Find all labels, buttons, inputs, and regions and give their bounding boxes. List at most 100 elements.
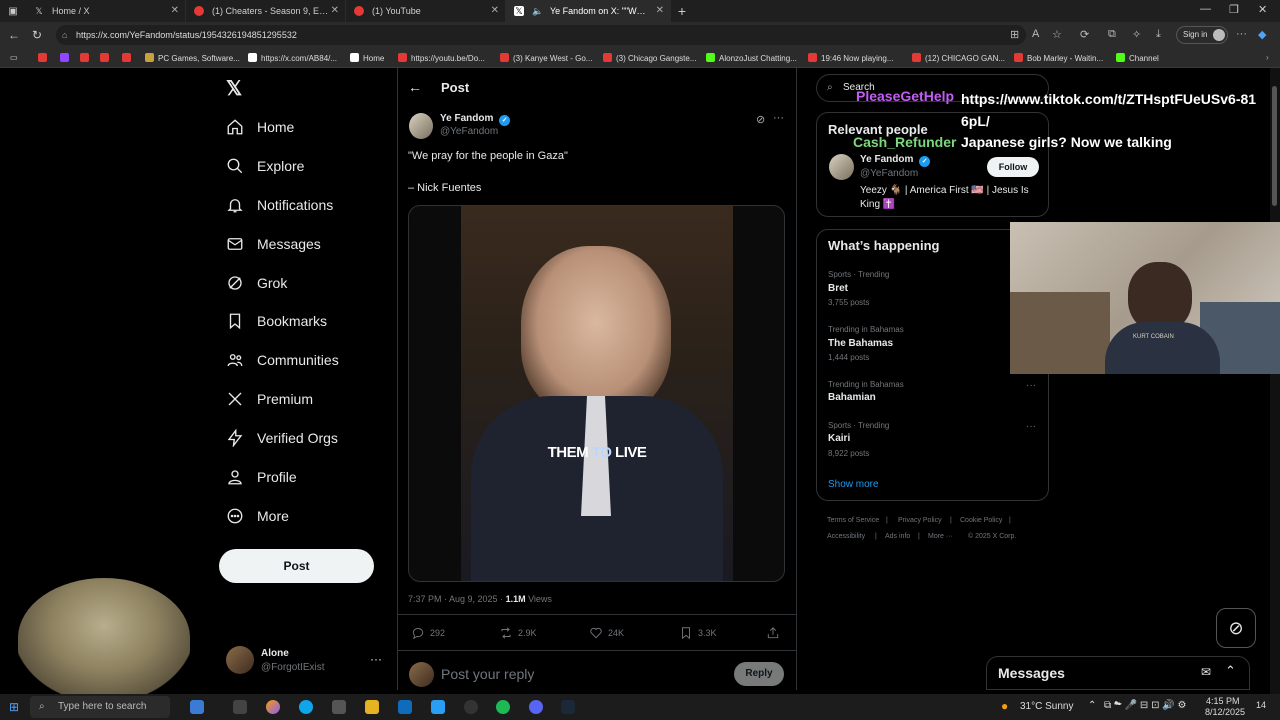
author-name[interactable]: Ye Fandom ✓	[440, 113, 511, 126]
bookmark-youtube[interactable]	[100, 53, 113, 63]
bookmark-item[interactable]: https://x.com/AB84/...	[248, 53, 337, 63]
bookmark-youtube[interactable]	[122, 53, 135, 63]
app-icon[interactable]: ⊞	[1010, 28, 1019, 41]
sign-in-button[interactable]: Sign in	[1176, 26, 1228, 44]
clock-time[interactable]: 4:15 PM	[1206, 696, 1240, 706]
tray-icons[interactable]: ⧉ ☁ 🎤 ⊟ ⊡ 🔊 ⚙	[1104, 700, 1186, 711]
person-avatar[interactable]	[829, 154, 854, 180]
discord-icon[interactable]	[529, 700, 543, 714]
site-info-icon[interactable]: ⌂	[62, 25, 67, 45]
nav-more[interactable]: More	[226, 504, 289, 528]
back-icon[interactable]: ←	[8, 28, 20, 42]
bookmark-youtube[interactable]	[80, 53, 93, 63]
new-tab-button[interactable]: +	[671, 3, 693, 19]
copilot-icon[interactable]	[266, 700, 280, 714]
clock-date[interactable]: 8/12/2025	[1205, 707, 1245, 717]
bookmark-item[interactable]: (12) CHICAGO GAN...	[912, 53, 1005, 63]
tab-ye-fandom[interactable]: 𝕏 🔈 Ye Fandom on X: ""We pray f ✕	[506, 0, 671, 22]
reply-button[interactable]: Reply	[734, 662, 784, 686]
show-more-link[interactable]: Show more	[828, 479, 879, 490]
trend-name[interactable]: Bret	[828, 283, 848, 294]
author-handle[interactable]: @YeFandom	[440, 126, 498, 137]
chevron-up-icon[interactable]: ⌃	[1225, 663, 1236, 679]
reply-input[interactable]: Post your reply	[441, 666, 534, 682]
menu-dots-icon[interactable]: ···	[1236, 28, 1247, 40]
follow-button[interactable]: Follow	[987, 157, 1039, 177]
bookmark-twitch[interactable]	[60, 53, 73, 63]
file-explorer-icon[interactable]	[365, 700, 379, 714]
trend-name[interactable]: Bahamian	[828, 392, 876, 403]
taskbar-search-input[interactable]: ⌕ Type here to search	[30, 696, 170, 718]
speaker-icon[interactable]: 🔈	[532, 6, 543, 16]
post-video[interactable]: THEM TO LIVE	[408, 205, 785, 582]
footer-link[interactable]: Cookie Policy	[960, 517, 1002, 524]
windows-start-icon[interactable]: ⊞	[9, 700, 19, 714]
nav-grok[interactable]: Grok	[226, 271, 287, 295]
nav-premium[interactable]: Premium	[226, 387, 313, 411]
reply-action[interactable]: 292	[411, 626, 445, 640]
footer-link[interactable]: More ···	[928, 533, 953, 540]
tab-actions-icon[interactable]: ▣	[0, 0, 26, 22]
close-icon[interactable]: ✕	[171, 5, 179, 16]
photos-icon[interactable]	[431, 700, 445, 714]
steam-icon[interactable]	[561, 700, 575, 714]
x-logo-icon[interactable]: 𝕏	[226, 76, 242, 101]
outlook-icon[interactable]	[398, 700, 412, 714]
bookmark-item[interactable]: Channel	[1116, 53, 1159, 63]
messages-drawer[interactable]: Messages ✉ ⌃	[986, 656, 1250, 690]
bookmark-action[interactable]: 3.3K	[679, 626, 717, 640]
repost-action[interactable]: 2.9K	[499, 626, 537, 640]
nav-verified-orgs[interactable]: Verified Orgs	[226, 426, 338, 450]
restore-icon[interactable]: ❐	[1229, 3, 1239, 16]
nav-notifications[interactable]: Notifications	[226, 193, 333, 217]
grok-icon[interactable]: ⊘	[1216, 608, 1256, 648]
trend-name[interactable]: Kairi	[828, 433, 850, 444]
extensions-icon[interactable]: ⟳	[1080, 28, 1089, 41]
close-icon[interactable]: ✕	[656, 5, 664, 16]
nav-communities[interactable]: Communities	[226, 348, 339, 372]
more-bookmarks-icon[interactable]: ›	[1266, 53, 1269, 62]
close-icon[interactable]: ✕	[491, 5, 499, 16]
post-more-icon[interactable]: ···	[773, 112, 784, 124]
footer-link[interactable]: Ads info	[885, 533, 910, 540]
tab-cheaters[interactable]: (1) Cheaters - Season 9, Episode ✕	[186, 0, 346, 22]
bookmark-item[interactable]: AlonzoJust Chatting...	[706, 53, 797, 63]
window-close-icon[interactable]: ✕	[1258, 3, 1267, 16]
task-view-icon[interactable]	[233, 700, 247, 714]
bookmark-item[interactable]: Home	[350, 53, 384, 63]
news-widget-icon[interactable]	[190, 700, 204, 714]
bookmark-item[interactable]: (3) Chicago Gangste...	[603, 53, 696, 63]
account-more-icon[interactable]: ···	[370, 652, 382, 666]
author-avatar[interactable]	[409, 113, 433, 139]
page-scrollbar[interactable]	[1270, 68, 1280, 694]
refresh-icon[interactable]: ↻	[32, 28, 42, 42]
nav-profile[interactable]: Profile	[226, 465, 297, 489]
trend-name[interactable]: The Bahamas	[828, 338, 893, 349]
tray-chevron-icon[interactable]: ⌃	[1088, 700, 1096, 711]
footer-link[interactable]: Terms of Service	[827, 517, 879, 524]
tab-home-x[interactable]: 𝕏 Home / X ✕	[26, 0, 186, 22]
bookmark-icon[interactable]: ▭	[10, 53, 18, 62]
favorites-icon[interactable]: ✧	[1132, 28, 1141, 41]
close-icon[interactable]: ✕	[331, 5, 339, 16]
bookmark-item[interactable]: 19:46 Now playing...	[808, 53, 894, 63]
split-screen-icon[interactable]: ⧉	[1108, 28, 1116, 41]
back-arrow-icon[interactable]: ←	[408, 79, 422, 95]
tab-youtube[interactable]: (1) YouTube ✕	[346, 0, 506, 22]
nav-bookmarks[interactable]: Bookmarks	[226, 309, 327, 333]
spotify-icon[interactable]	[496, 700, 510, 714]
read-aloud-icon[interactable]: A	[1032, 28, 1039, 40]
nav-explore[interactable]: Explore	[226, 154, 304, 178]
bookmark-item[interactable]: Bob Marley - Waitin...	[1014, 53, 1103, 63]
bookmark-youtube[interactable]	[38, 53, 51, 63]
trend-more-icon[interactable]: ···	[1026, 421, 1036, 432]
edge-icon[interactable]	[299, 700, 313, 714]
grok-explain-icon[interactable]: ⊘	[756, 113, 765, 126]
bookmark-item[interactable]: (3) Kanye West - Go...	[500, 53, 592, 63]
bookmark-item[interactable]: https://youtu.be/Do...	[398, 53, 485, 63]
bookmark-item[interactable]: PC Games, Software...	[145, 53, 240, 63]
avatar[interactable]	[226, 646, 254, 674]
store-icon[interactable]	[332, 700, 346, 714]
trend-more-icon[interactable]: ···	[1026, 380, 1036, 391]
footer-link[interactable]: Privacy Policy	[898, 517, 942, 524]
